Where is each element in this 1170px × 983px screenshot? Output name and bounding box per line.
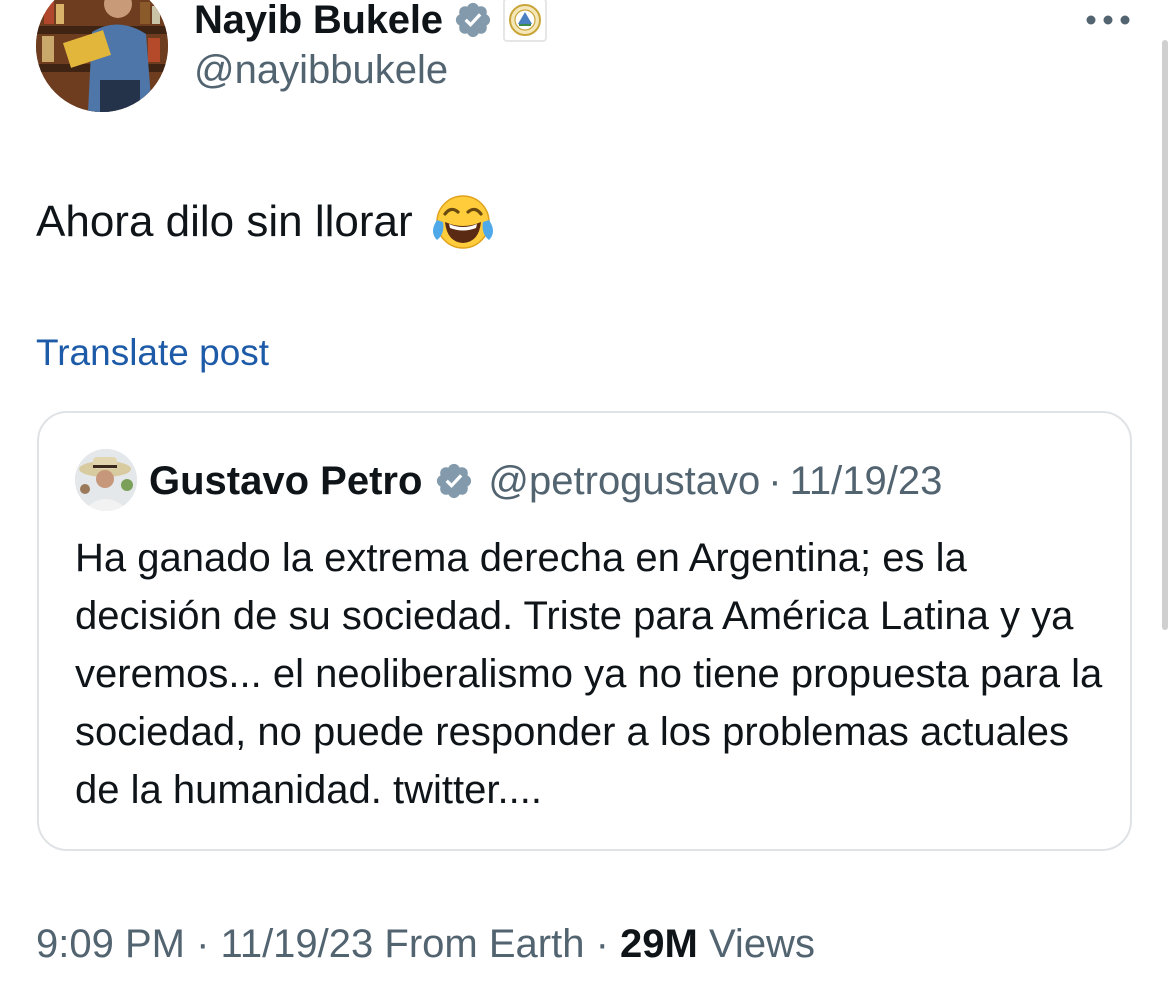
quote-header: Gustavo Petro @petrogustavo · 11/19/23 bbox=[149, 451, 942, 511]
face-with-tears-of-joy-icon bbox=[432, 195, 493, 249]
views-label[interactable]: Views bbox=[709, 922, 815, 966]
translate-post-link[interactable]: Translate post bbox=[36, 332, 269, 374]
el-salvador-seal-icon[interactable] bbox=[502, 0, 547, 42]
post-source: From Earth bbox=[384, 922, 585, 966]
seal-emblem bbox=[508, 4, 541, 36]
separator-dot: · bbox=[196, 922, 210, 966]
separator-dot: · bbox=[768, 458, 782, 503]
post-time[interactable]: 9:09 PM bbox=[36, 922, 185, 966]
post-text: Ahora dilo sin llorar bbox=[36, 190, 495, 254]
quote-author-name[interactable]: Gustavo Petro bbox=[149, 459, 422, 504]
verified-badge-icon[interactable] bbox=[453, 0, 493, 40]
scrollbar[interactable] bbox=[1162, 40, 1168, 630]
quote-date[interactable]: 11/19/23 bbox=[790, 459, 943, 504]
more-options-icon bbox=[1086, 15, 1130, 25]
separator-dot: · bbox=[595, 922, 609, 966]
quote-author-avatar[interactable] bbox=[75, 449, 137, 511]
author-name-row: Nayib Bukele bbox=[194, 0, 547, 46]
post-metadata: 9:09 PM · 11/19/23 From Earth · 29M View… bbox=[36, 922, 815, 967]
post-text-content: Ahora dilo sin llorar bbox=[36, 197, 413, 246]
verified-badge-icon[interactable] bbox=[434, 461, 474, 501]
author-name[interactable]: Nayib Bukele bbox=[194, 0, 443, 43]
quote-author-handle[interactable]: @petrogustavo bbox=[488, 459, 760, 504]
more-options-button[interactable] bbox=[1076, 4, 1140, 36]
quoted-post-card[interactable]: Gustavo Petro @petrogustavo · 11/19/23 H… bbox=[37, 411, 1132, 851]
views-count[interactable]: 29M bbox=[620, 922, 698, 966]
author-avatar[interactable] bbox=[36, 0, 168, 112]
quote-avatar-photo bbox=[75, 449, 137, 511]
author-handle[interactable]: @nayibbukele bbox=[194, 48, 448, 93]
avatar-photo bbox=[36, 0, 168, 112]
post-date[interactable]: 11/19/23 bbox=[221, 922, 374, 966]
quote-text: Ha ganado la extrema derecha en Argentin… bbox=[75, 536, 1103, 812]
